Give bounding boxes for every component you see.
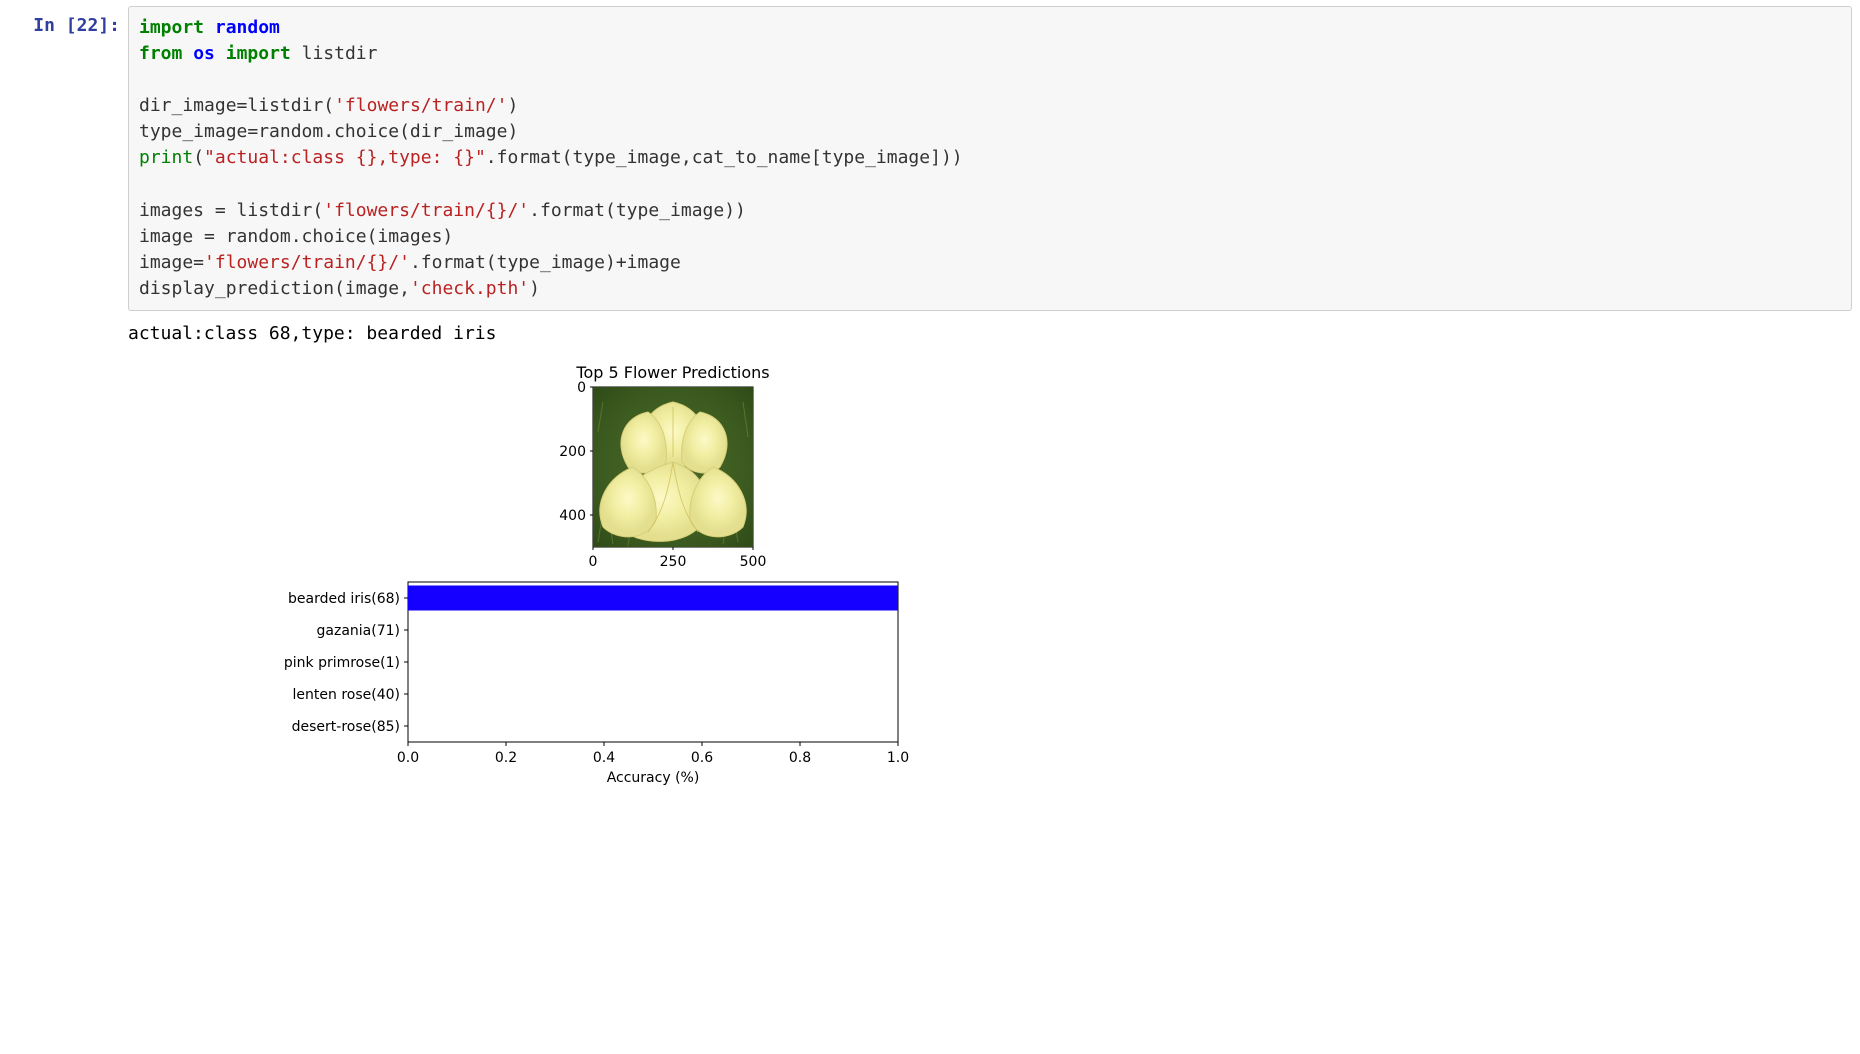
bar-xlabel: Accuracy (%) bbox=[607, 770, 700, 786]
keyword-import2: import bbox=[226, 43, 291, 64]
bottom-subplot: 0.0 0.2 0.4 0.6 bbox=[284, 582, 909, 786]
code-line7: image = random.choice(images) bbox=[139, 226, 453, 247]
svg-text:1.0: 1.0 bbox=[887, 750, 909, 766]
matplotlib-figure: Top 5 Flower Predictions bbox=[128, 362, 1852, 806]
svg-text:0.4: 0.4 bbox=[593, 750, 615, 766]
stdout-text: actual:class 68,type: bearded iris bbox=[128, 317, 1852, 346]
bar-series bbox=[408, 586, 898, 611]
input-cell: In [22]: import random from os import li… bbox=[8, 6, 1852, 311]
svg-text:400: 400 bbox=[559, 508, 586, 524]
svg-text:0.6: 0.6 bbox=[691, 750, 713, 766]
svg-text:0: 0 bbox=[589, 554, 598, 570]
name-listdir: listdir bbox=[302, 43, 378, 64]
svg-text:200: 200 bbox=[559, 444, 586, 460]
svg-text:bearded iris(68): bearded iris(68) bbox=[288, 591, 400, 607]
prompt-label: In [22]: bbox=[33, 15, 120, 36]
module-os: os bbox=[193, 43, 215, 64]
code-var-dirimage: dir_image bbox=[139, 95, 237, 116]
image-yticks: 0 200 400 bbox=[559, 380, 593, 524]
svg-text:250: 250 bbox=[660, 554, 687, 570]
svg-text:pink primrose(1): pink primrose(1) bbox=[284, 655, 400, 671]
keyword-from: from bbox=[139, 43, 182, 64]
figure-svg: Top 5 Flower Predictions bbox=[128, 362, 1028, 802]
builtin-print: print bbox=[139, 147, 193, 168]
code-line4: type_image=random.choice(dir_image) bbox=[139, 121, 518, 142]
string-path3: 'flowers/train/{}/' bbox=[204, 252, 410, 273]
code-input-area[interactable]: import random from os import listdir dir… bbox=[128, 6, 1852, 311]
output-cell: actual:class 68,type: bearded iris Top 5… bbox=[8, 317, 1852, 806]
image-xticks: 0 250 500 bbox=[589, 547, 767, 570]
module-random: random bbox=[215, 17, 280, 38]
svg-text:lenten rose(40): lenten rose(40) bbox=[293, 687, 400, 703]
top-subplot: Top 5 Flower Predictions bbox=[559, 363, 769, 570]
keyword-import: import bbox=[139, 17, 204, 38]
chart-title: Top 5 Flower Predictions bbox=[575, 363, 769, 382]
svg-text:0.8: 0.8 bbox=[789, 750, 811, 766]
output-prompt-spacer bbox=[8, 317, 128, 325]
string-path1: 'flowers/train/' bbox=[334, 95, 507, 116]
flower-image bbox=[593, 387, 753, 547]
code-content[interactable]: import random from os import listdir dir… bbox=[139, 15, 1841, 302]
cell-prompt: In [22]: bbox=[8, 6, 128, 37]
bar-xticks: 0.0 0.2 0.4 0.6 bbox=[397, 742, 909, 766]
string-fmt1: "actual:class {},type: {}" bbox=[204, 147, 486, 168]
svg-text:0.0: 0.0 bbox=[397, 750, 419, 766]
bar-0 bbox=[408, 586, 898, 611]
string-path2: 'flowers/train/{}/' bbox=[323, 200, 529, 221]
svg-text:gazania(71): gazania(71) bbox=[317, 623, 400, 639]
string-checkpth: 'check.pth' bbox=[410, 278, 529, 299]
bar-ylabels: bearded iris(68) gazania(71) pink primro… bbox=[284, 591, 408, 735]
svg-text:0.2: 0.2 bbox=[495, 750, 517, 766]
svg-text:0: 0 bbox=[577, 380, 586, 396]
svg-text:500: 500 bbox=[740, 554, 767, 570]
svg-text:desert-rose(85): desert-rose(85) bbox=[292, 719, 400, 735]
